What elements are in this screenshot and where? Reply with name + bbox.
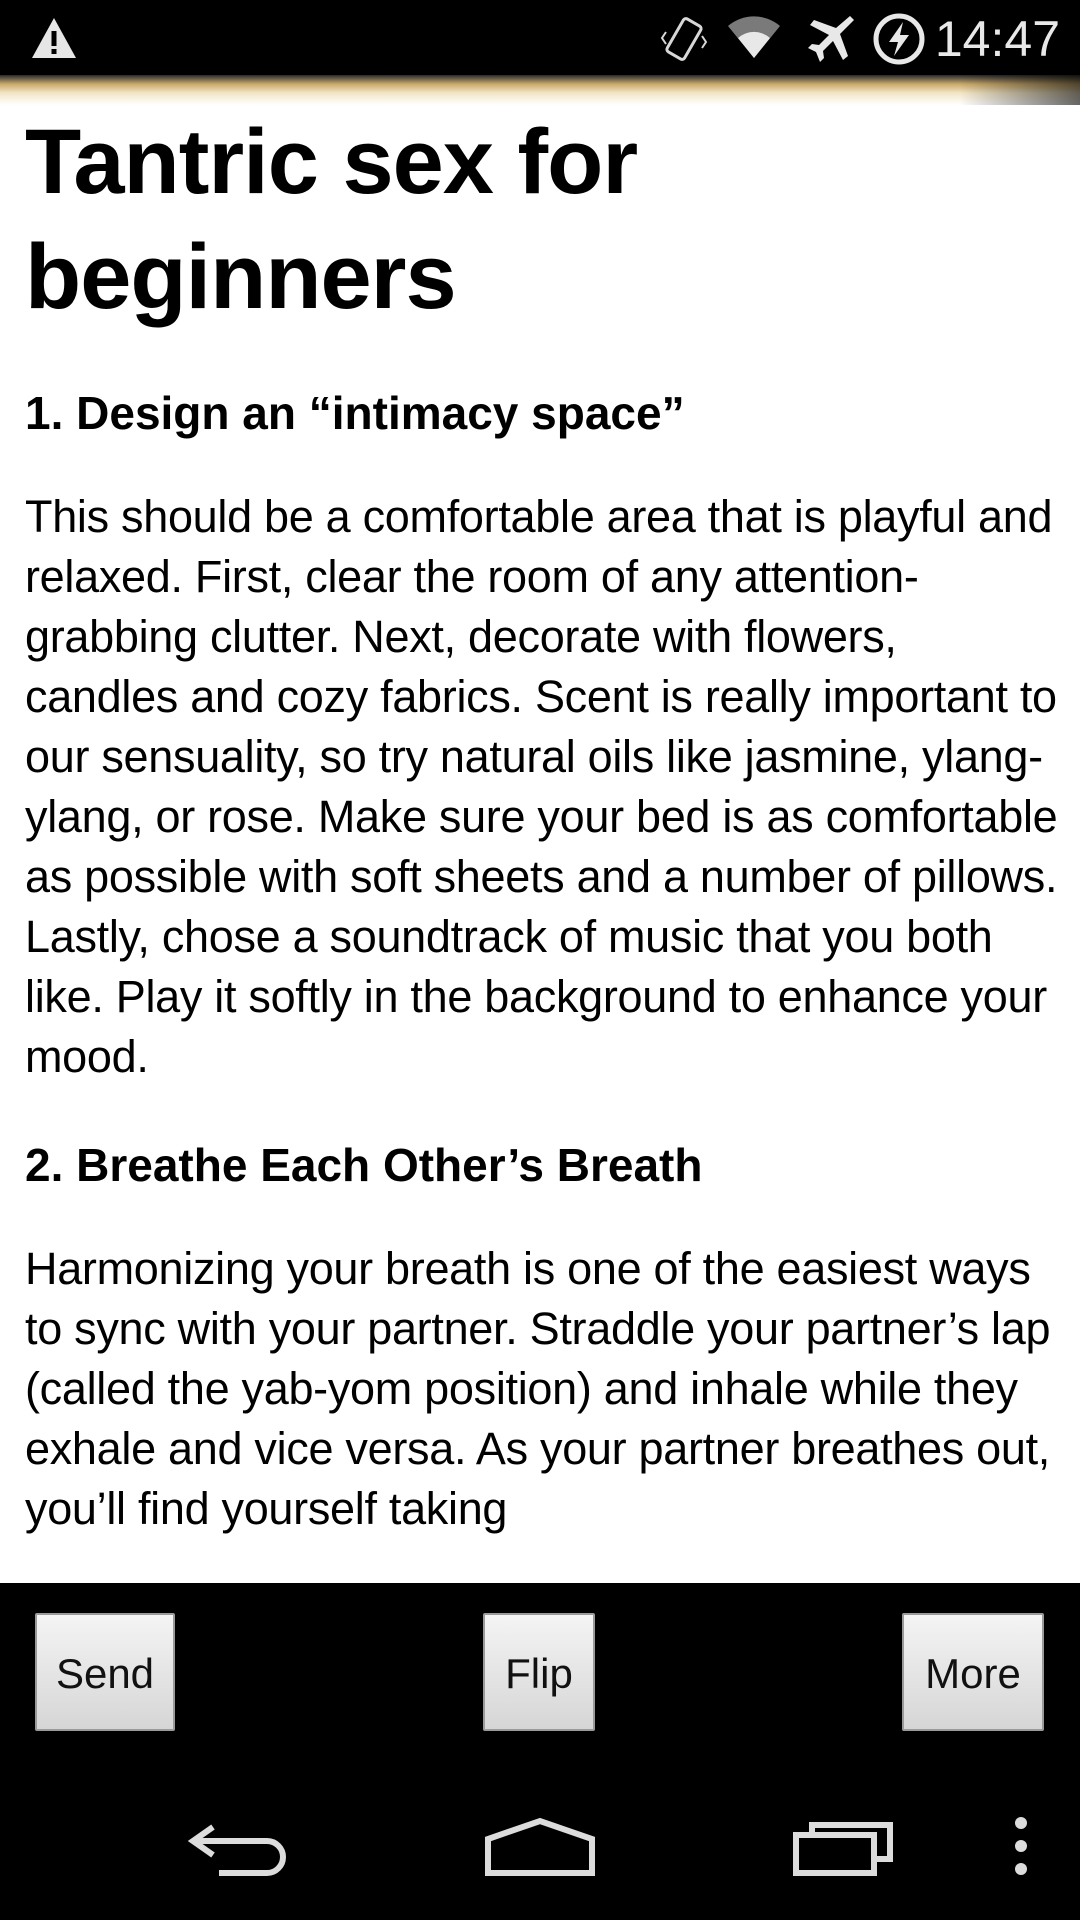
battery-charging-icon — [873, 13, 925, 65]
send-button[interactable]: Send — [35, 1613, 175, 1731]
article: Tantric sex for beginners 1. Design an “… — [25, 105, 1060, 1539]
more-button[interactable]: More — [902, 1613, 1044, 1731]
home-icon[interactable] — [484, 1813, 596, 1879]
flip-button[interactable]: Flip — [483, 1613, 595, 1731]
paper-edge — [0, 75, 1080, 105]
section-heading: 1. Design an “intimacy space” — [25, 387, 685, 439]
recent-apps-icon[interactable] — [790, 1813, 896, 1879]
warning-icon — [32, 18, 76, 58]
wifi-icon — [728, 16, 780, 58]
overflow-menu-icon[interactable] — [1008, 1813, 1034, 1879]
back-icon[interactable] — [185, 1813, 291, 1879]
status-bar: 14:47 — [0, 0, 1080, 75]
article-title: Tantric sex for beginners — [25, 111, 638, 328]
status-clock: 14:47 — [934, 11, 1060, 67]
vibrate-icon — [660, 17, 708, 61]
action-bar: Send Flip More — [0, 1583, 1080, 1773]
navigation-bar — [0, 1773, 1080, 1920]
section-body: Harmonizing your breath is one of the ea… — [25, 1243, 1051, 1534]
article-view[interactable]: Tantric sex for beginners 1. Design an “… — [0, 75, 1080, 1583]
section-heading: 2. Breathe Each Other’s Breath — [25, 1139, 703, 1191]
airplane-mode-icon — [808, 16, 854, 62]
section-body: This should be a comfortable area that i… — [25, 491, 1058, 1082]
content-fade — [0, 1543, 1080, 1583]
